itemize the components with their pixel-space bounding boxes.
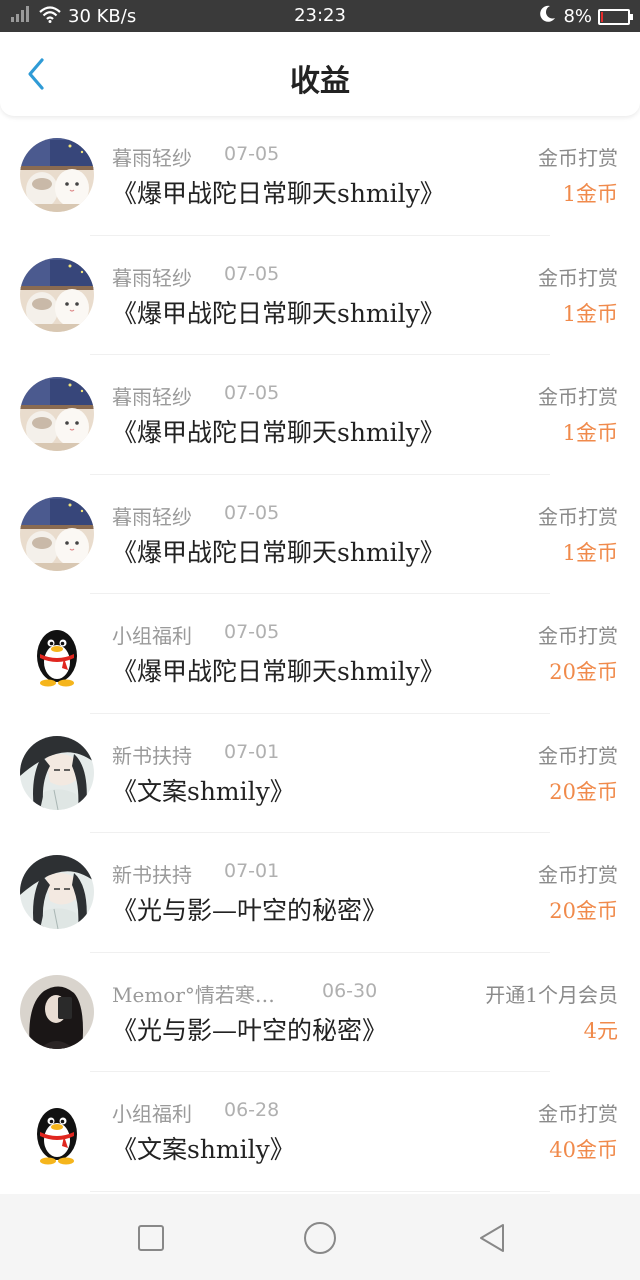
earning-type: 金币打赏 [538, 265, 618, 290]
item-date: 07-01 [224, 740, 280, 763]
book-title: 《爆甲战陀日常聊天shmily》 [112, 537, 445, 567]
earning-type: 金币打赏 [538, 385, 618, 409]
battery-percent: 8% [563, 6, 592, 27]
cat-avatar[interactable] [20, 138, 94, 212]
list-item[interactable]: 新书扶持 07-01 《光与影—叶空的秘密》 金币打赏 20金币 [0, 833, 640, 953]
item-date: 07-05 [224, 382, 280, 404]
earning-type: 金币打赏 [538, 1102, 618, 1126]
system-nav-bar [0, 1194, 640, 1280]
sender-name: 暮雨轻纱 [112, 146, 192, 170]
list-item[interactable]: 新书扶持 07-01 《文案shmily》 金币打赏 20金币 [0, 714, 640, 834]
sender-name: 小组福利 [112, 1102, 192, 1126]
book-title: 《光与影—叶空的秘密》 [112, 1015, 388, 1045]
list-item[interactable]: Memor°情若寒… 06-30 《光与影—叶空的秘密》 开通1个月会员 4元 [0, 953, 640, 1073]
page-header: 收益 [0, 32, 640, 116]
circle-icon [304, 1222, 336, 1254]
system-back-button[interactable] [470, 1216, 514, 1260]
anime-avatar[interactable] [20, 735, 94, 810]
earning-amount: 20金币 [549, 779, 618, 804]
square-icon [138, 1225, 164, 1251]
cat-avatar[interactable] [20, 496, 94, 571]
cat-avatar[interactable] [20, 377, 94, 451]
earning-amount: 1金币 [562, 421, 618, 445]
earning-amount: 1金币 [562, 540, 618, 565]
book-title: 《爆甲战陀日常聊天shmily》 [112, 298, 445, 328]
book-title: 《爆甲战陀日常聊天shmily》 [112, 418, 445, 447]
anime-avatar[interactable] [20, 855, 94, 929]
book-title: 《文案shmily》 [112, 1135, 295, 1164]
list-item[interactable]: 小组福利 06-28 《文案shmily》 金币打赏 40金币 [0, 1072, 640, 1192]
sender-name: 暮雨轻纱 [112, 504, 192, 529]
moon-icon [537, 4, 557, 29]
recent-apps-button[interactable] [129, 1216, 173, 1260]
earning-type: 金币打赏 [538, 863, 618, 887]
sender-name: Memor°情若寒… [112, 982, 275, 1007]
list-item[interactable]: 暮雨轻纱 07-05 《爆甲战陀日常聊天shmily》 金币打赏 1金币 [0, 236, 640, 356]
list-item[interactable]: 暮雨轻纱 07-05 《爆甲战陀日常聊天shmily》 金币打赏 1金币 [0, 355, 640, 475]
book-title: 《光与影—叶空的秘密》 [112, 896, 388, 925]
earning-amount: 1金币 [562, 182, 618, 206]
earning-amount: 40金币 [549, 1138, 618, 1162]
sender-name: 新书扶持 [112, 863, 192, 887]
earning-type: 开通1个月会员 [485, 982, 618, 1007]
earning-type: 金币打赏 [538, 624, 618, 648]
earning-amount: 4元 [583, 1018, 618, 1043]
item-date: 06-28 [224, 1099, 280, 1121]
earning-type: 金币打赏 [538, 146, 618, 170]
cat-avatar[interactable] [20, 257, 94, 332]
penguin-avatar[interactable] [20, 616, 94, 690]
penguin-avatar[interactable] [20, 1094, 94, 1168]
sender-name: 暮雨轻纱 [112, 385, 192, 409]
sender-name: 小组福利 [112, 624, 192, 648]
earning-type: 金币打赏 [538, 504, 618, 529]
photo-avatar[interactable] [20, 974, 94, 1049]
item-date: 07-05 [224, 621, 280, 643]
item-date: 07-01 [224, 860, 280, 882]
status-right: 8% [537, 4, 633, 29]
earning-amount: 1金币 [562, 301, 618, 326]
book-title: 《文案shmily》 [112, 776, 295, 806]
book-title: 《爆甲战陀日常聊天shmily》 [112, 179, 445, 208]
list-item[interactable]: 暮雨轻纱 07-05 《爆甲战陀日常聊天shmily》 金币打赏 1金币 [0, 116, 640, 236]
page-title: 收益 [290, 64, 350, 99]
status-bar: 30 KB/s 23:23 8% [0, 0, 640, 32]
item-date: 07-05 [224, 501, 280, 524]
book-title: 《爆甲战陀日常聊天shmily》 [112, 657, 445, 686]
earnings-list: 暮雨轻纱 07-05 《爆甲战陀日常聊天shmily》 金币打赏 1金币 暮雨轻纱 07-… [0, 116, 640, 1192]
earning-type: 金币打赏 [538, 743, 618, 768]
item-date: 07-05 [224, 143, 280, 165]
sender-name: 新书扶持 [112, 743, 192, 768]
sender-name: 暮雨轻纱 [112, 265, 192, 290]
item-date: 07-05 [224, 262, 280, 285]
item-date: 06-30 [322, 979, 378, 1002]
list-item[interactable]: 小组福利 07-05 《爆甲战陀日常聊天shmily》 金币打赏 20金币 [0, 594, 640, 714]
battery-icon [598, 8, 633, 25]
earning-amount: 20金币 [549, 899, 618, 923]
earning-amount: 20金币 [549, 660, 618, 684]
triangle-back-icon [480, 1224, 504, 1252]
list-item[interactable]: 暮雨轻纱 07-05 《爆甲战陀日常聊天shmily》 金币打赏 1金币 [0, 475, 640, 595]
home-button[interactable] [298, 1216, 342, 1260]
